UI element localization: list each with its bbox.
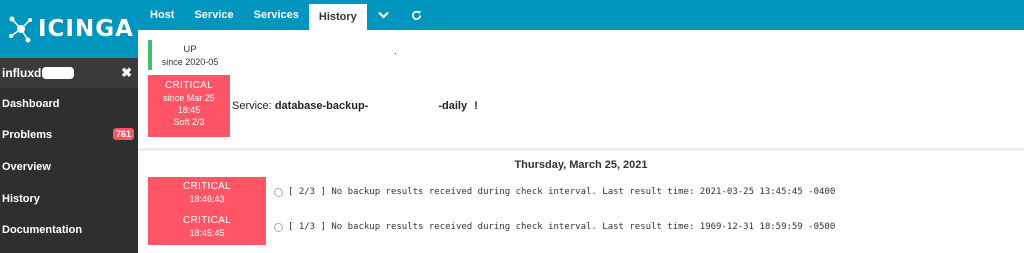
search-field[interactable]: influxd ✖ <box>0 58 138 88</box>
history-state-label: CRITICAL <box>183 215 231 226</box>
host-name[interactable]: . <box>394 46 397 57</box>
service-name-start: database-backup- <box>274 100 369 112</box>
tab-host[interactable]: Host <box>140 0 184 30</box>
divider <box>138 148 1024 151</box>
sidebar-item-problems[interactable]: Problems 761 <box>0 120 138 152</box>
service-prefix: Service: <box>232 100 272 112</box>
sidebar-item-label: Documentation <box>2 224 83 237</box>
history-event-output[interactable]: [ 2/3 ] No backup results received durin… <box>274 187 835 197</box>
sidebar-item-label: Problems <box>2 129 53 142</box>
service-attempt: Soft 2/3 <box>173 117 205 127</box>
check-pending-icon <box>274 222 283 232</box>
service-state-label: CRITICAL <box>165 80 213 91</box>
sidebar-item-history[interactable]: History <box>0 183 138 215</box>
unhandled-flag-icon: ! <box>474 100 478 112</box>
tab-services[interactable]: Services <box>244 0 309 30</box>
tab-service[interactable]: Service <box>184 0 243 30</box>
sidebar-item-overview[interactable]: Overview <box>0 151 138 183</box>
main-content: UP since 2020-05 . CRITICAL since Mar 25… <box>138 30 1024 253</box>
service-state-badge: CRITICAL since Mar 25 18:45 Soft 2/3 <box>148 75 230 137</box>
check-pending-icon <box>274 187 283 197</box>
problems-count-badge: 761 <box>112 127 134 140</box>
service-title[interactable]: Service: database-backup- -daily ! <box>232 100 478 112</box>
sidebar-item-label: History <box>2 192 40 205</box>
history-event-state: CRITICAL 18:45:45 <box>148 215 266 239</box>
refresh-icon[interactable] <box>400 0 433 30</box>
search-value[interactable]: influxd <box>2 66 41 80</box>
host-state-label: UP <box>183 44 197 55</box>
icinga-logo-icon <box>9 16 32 43</box>
tab-history[interactable]: History <box>308 4 367 30</box>
service-name-end: -daily <box>438 100 468 112</box>
history-state-column: CRITICAL 18:46:43 CRITICAL 18:45:45 <box>148 177 266 245</box>
sidebar-item-dashboard[interactable]: Dashboard <box>0 88 138 120</box>
chevron-down-icon[interactable] <box>367 0 400 30</box>
history-state-label: CRITICAL <box>183 181 231 192</box>
host-state-badge: UP since 2020-05 <box>148 40 228 70</box>
sidebar: ICINGA influxd ✖ Dashboard Problems 761 … <box>0 0 138 253</box>
logo-text: ICINGA <box>38 16 134 42</box>
history-event-state: CRITICAL 18:46:43 <box>148 181 266 205</box>
sidebar-item-documentation[interactable]: Documentation <box>0 214 138 246</box>
history-event-time: 18:45:45 <box>189 228 225 238</box>
history-event-time: 18:46:43 <box>189 194 225 204</box>
sidebar-item-label: Dashboard <box>2 97 60 110</box>
sidebar-item-label: Overview <box>2 160 51 173</box>
tab-bar: Host Service Services History <box>138 0 1024 30</box>
history-event-output[interactable]: [ 1/3 ] No backup results received durin… <box>274 222 835 232</box>
history-output-text: [ 1/3 ] No backup results received durin… <box>288 222 836 232</box>
service-state-time: 18:45 <box>177 105 201 115</box>
search-redaction <box>42 67 75 79</box>
close-icon[interactable]: ✖ <box>121 65 132 81</box>
logo[interactable]: ICINGA <box>0 0 138 58</box>
history-output-text: [ 2/3 ] No backup results received durin… <box>288 187 836 197</box>
host-state-since: since 2020-05 <box>161 57 219 67</box>
history-date-heading: Thursday, March 25, 2021 <box>514 159 648 171</box>
service-state-since: since Mar 25 <box>163 93 215 103</box>
